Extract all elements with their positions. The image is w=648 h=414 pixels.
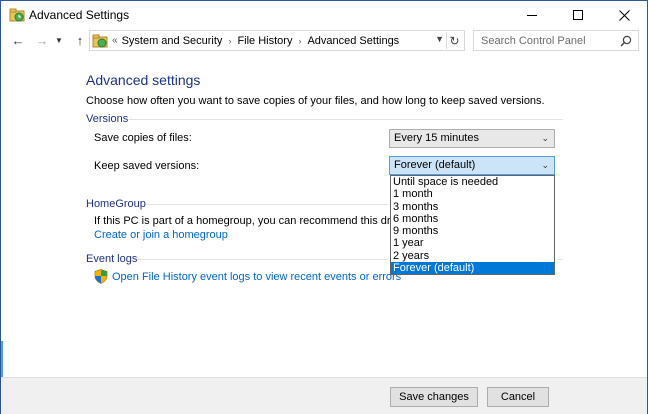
minimize-button[interactable] [509, 1, 555, 29]
minimize-icon [527, 14, 537, 16]
section-divider [146, 204, 388, 205]
breadcrumb-advanced-settings[interactable]: Advanced Settings [307, 35, 399, 47]
close-icon [618, 9, 630, 21]
window-accent-strip [1, 341, 3, 377]
create-homegroup-link[interactable]: Create or join a homegroup [94, 229, 228, 241]
section-divider [138, 259, 388, 260]
file-history-icon [92, 34, 108, 47]
keep-versions-label: Keep saved versions: [94, 160, 200, 172]
refresh-button[interactable]: ↻ [446, 32, 462, 49]
breadcrumb-separator-icon[interactable]: › [228, 36, 231, 46]
up-button[interactable]: ↑ [71, 31, 89, 49]
navigation-bar: ← → ▼ ↑ « System and Security › File His… [1, 29, 647, 53]
save-copies-select[interactable]: Every 15 minutes ⌄ [389, 129, 555, 148]
option-2-years[interactable]: 2 years [391, 250, 554, 262]
keep-versions-value: Forever (default) [394, 159, 476, 171]
event-logs-link[interactable]: Open File History event logs to view rec… [112, 271, 401, 283]
arrow-up-icon: ↑ [76, 32, 84, 48]
keep-versions-dropdown-list: Until space is needed 1 month 3 months 6… [390, 175, 555, 276]
option-3-months[interactable]: 3 months [391, 201, 554, 213]
maximize-icon [573, 10, 583, 20]
title-bar[interactable]: Advanced Settings [1, 1, 647, 29]
cancel-button[interactable]: Cancel [487, 387, 549, 407]
search-box[interactable]: Search Control Panel [473, 30, 639, 51]
back-button[interactable]: ← [9, 31, 27, 49]
search-icon[interactable] [620, 35, 632, 47]
forward-button[interactable]: → [33, 31, 51, 49]
homegroup-description: If this PC is part of a homegroup, you c… [94, 215, 417, 227]
address-dropdown-icon[interactable]: ▼ [435, 34, 444, 44]
save-changes-button[interactable]: Save changes [390, 387, 478, 407]
arrow-right-icon: → [35, 32, 49, 48]
keep-versions-select[interactable]: Forever (default) ⌄ [389, 156, 555, 175]
option-until-space-needed[interactable]: Until space is needed [391, 176, 554, 188]
versions-section-title: Versions [86, 113, 129, 125]
chevron-down-icon: ⌄ [541, 133, 549, 143]
recent-locations-button[interactable]: ▼ [53, 31, 65, 49]
section-divider [557, 259, 563, 260]
file-history-app-icon [9, 8, 25, 22]
refresh-icon: ↻ [449, 33, 460, 48]
chevron-down-icon: ⌄ [541, 160, 549, 170]
arrow-left-icon: ← [11, 32, 25, 48]
uac-shield-icon [94, 269, 108, 284]
breadcrumb-system-and-security[interactable]: System and Security [122, 35, 223, 47]
search-input[interactable]: Search Control Panel [481, 35, 586, 47]
option-9-months[interactable]: 9 months [391, 225, 554, 237]
maximize-button[interactable] [555, 1, 601, 29]
page-title: Advanced settings [86, 72, 201, 88]
address-overflow-icon[interactable]: « [112, 35, 118, 46]
close-button[interactable] [601, 1, 647, 29]
option-6-months[interactable]: 6 months [391, 213, 554, 225]
breadcrumb-file-history[interactable]: File History [237, 35, 292, 47]
homegroup-section-title: HomeGroup [86, 198, 146, 210]
chevron-down-icon: ▼ [55, 35, 63, 45]
footer-bar: Save changes Cancel [1, 377, 647, 414]
option-1-month[interactable]: 1 month [391, 188, 554, 200]
address-bar[interactable]: « System and Security › File History › A… [89, 30, 465, 51]
page-description: Choose how often you want to save copies… [86, 95, 545, 107]
section-divider [129, 119, 563, 120]
option-forever-default[interactable]: Forever (default) [391, 262, 554, 275]
option-1-year[interactable]: 1 year [391, 237, 554, 249]
window-title: Advanced Settings [29, 8, 130, 22]
event-logs-section-title: Event logs [86, 253, 138, 265]
save-copies-label: Save copies of files: [94, 132, 192, 144]
advanced-settings-window: Advanced Settings ← → ▼ ↑ « System and S… [0, 0, 648, 414]
save-copies-value: Every 15 minutes [394, 132, 479, 144]
breadcrumb-separator-icon[interactable]: › [298, 36, 301, 46]
